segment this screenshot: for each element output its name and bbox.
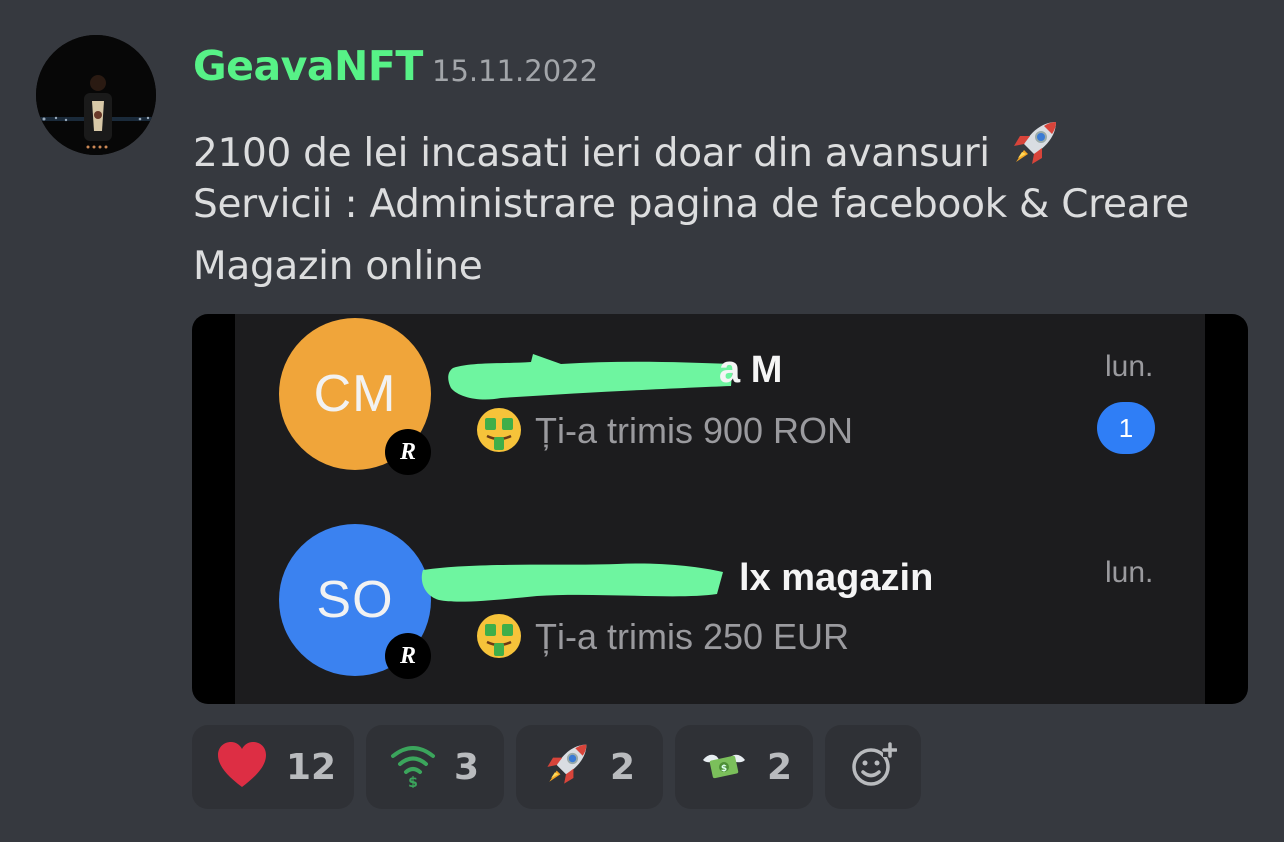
redaction-mark: [448, 354, 733, 400]
reaction-money-wings[interactable]: $ 2: [675, 725, 813, 809]
image-attachment[interactable]: CM R a M Ți-a trimis 900 RON lun. 1 SO R…: [192, 314, 1248, 704]
screenshot-content: CM R a M Ți-a trimis 900 RON lun. 1 SO R…: [235, 314, 1205, 704]
reaction-rocket[interactable]: 2: [516, 725, 663, 809]
contact-time: lun.: [1105, 556, 1154, 589]
money-mouth-face-icon: [475, 612, 523, 664]
reaction-count: 2: [767, 746, 793, 788]
reaction-wifi-money[interactable]: $ 3: [366, 725, 504, 809]
message-line-2: Servicii : Administrare pagina de facebo…: [193, 182, 1189, 227]
contact-name: lx magazin: [739, 557, 934, 599]
revolut-badge-icon: R: [385, 429, 431, 475]
message-line-1: 2100 de lei incasati ieri doar din avans…: [193, 116, 1062, 182]
revolut-badge-icon: R: [385, 633, 431, 679]
unread-badge: 1: [1097, 402, 1155, 454]
add-reaction-icon: [849, 741, 898, 793]
rocket-icon: [540, 739, 592, 795]
reaction-heart[interactable]: 12: [192, 725, 354, 809]
money-wings-icon: $: [699, 742, 749, 792]
contact-time: lun.: [1105, 350, 1154, 383]
redaction-mark: [421, 563, 723, 602]
message-line-3: Magazin online: [193, 244, 483, 289]
reaction-count: 12: [286, 746, 337, 788]
contact-preview: Ți-a trimis 900 RON: [535, 410, 854, 451]
wifi-money-icon: $: [390, 742, 436, 792]
heart-icon: [216, 741, 268, 793]
reaction-count: 3: [454, 746, 480, 788]
reaction-count: 2: [610, 746, 636, 788]
money-mouth-face-icon: [475, 406, 523, 458]
add-reaction-button[interactable]: [825, 725, 921, 809]
message-timestamp[interactable]: 15.11.2022: [432, 54, 598, 88]
author-avatar[interactable]: [36, 35, 156, 155]
message-text: 2100 de lei incasati ieri doar din avans…: [193, 131, 990, 176]
rocket-icon: [1006, 116, 1062, 182]
svg-text:$: $: [408, 775, 418, 788]
author-name[interactable]: GeavaNFT: [193, 42, 423, 90]
contact-name: a M: [719, 349, 783, 391]
contact-preview: Ți-a trimis 250 EUR: [535, 616, 850, 657]
svg-text:$: $: [721, 764, 727, 774]
